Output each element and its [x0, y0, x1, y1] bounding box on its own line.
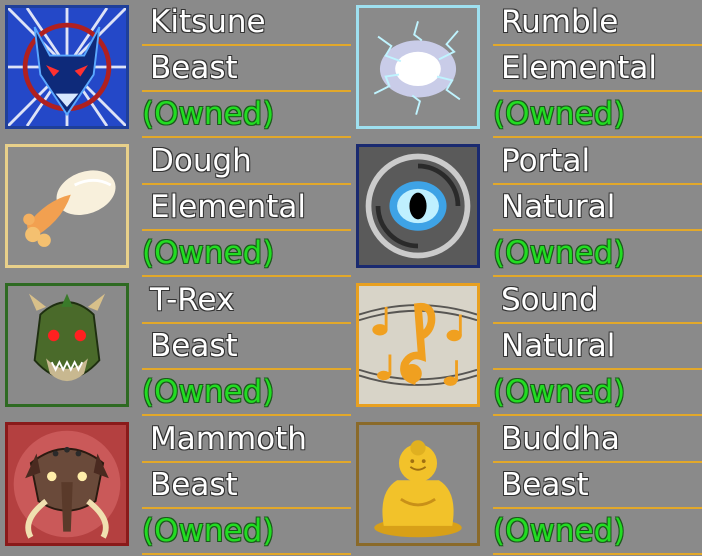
fruit-type: Elemental: [142, 185, 351, 231]
portal-icon: [356, 144, 480, 268]
fruit-card-sound[interactable]: Sound Natural (Owned): [351, 278, 702, 417]
sound-icon: [356, 283, 480, 407]
fruit-card-rumble[interactable]: Rumble Elemental (Owned): [351, 0, 702, 139]
owned-status: (Owned): [493, 92, 702, 138]
fruit-card-kitsune[interactable]: Kitsune Beast (Owned): [0, 0, 351, 139]
fruit-type: Elemental: [493, 46, 702, 92]
fruit-card-portal[interactable]: Portal Natural (Owned): [351, 139, 702, 278]
fruit-card-t-rex[interactable]: T-Rex Beast (Owned): [0, 278, 351, 417]
fruit-name: Sound: [493, 278, 702, 324]
fruit-type: Beast: [493, 463, 702, 509]
fruit-name: Kitsune: [142, 0, 351, 46]
fruit-name: T-Rex: [142, 278, 351, 324]
fruit-card-dough[interactable]: Dough Elemental (Owned): [0, 139, 351, 278]
fruit-name: Portal: [493, 139, 702, 185]
trex-icon: [5, 283, 129, 407]
mammoth-icon: [5, 422, 129, 546]
owned-status: (Owned): [142, 370, 351, 416]
dough-icon: [5, 144, 129, 268]
owned-status: (Owned): [493, 509, 702, 555]
fruit-name: Rumble: [493, 0, 702, 46]
rumble-icon: [356, 5, 480, 129]
fruit-type: Beast: [142, 324, 351, 370]
fruit-name: Mammoth: [142, 417, 351, 463]
fruit-card-mammoth[interactable]: Mammoth Beast (Owned): [0, 417, 351, 556]
fruit-type: Beast: [142, 46, 351, 92]
fruit-type: Beast: [142, 463, 351, 509]
owned-status: (Owned): [493, 370, 702, 416]
fruit-name: Dough: [142, 139, 351, 185]
owned-status: (Owned): [493, 231, 702, 277]
owned-status: (Owned): [142, 231, 351, 277]
fruit-card-buddha[interactable]: Buddha Beast (Owned): [351, 417, 702, 556]
kitsune-icon: [5, 5, 129, 129]
owned-status: (Owned): [142, 509, 351, 555]
fruit-type: Natural: [493, 324, 702, 370]
buddha-icon: [356, 422, 480, 546]
owned-status: (Owned): [142, 92, 351, 138]
fruit-type: Natural: [493, 185, 702, 231]
fruit-name: Buddha: [493, 417, 702, 463]
